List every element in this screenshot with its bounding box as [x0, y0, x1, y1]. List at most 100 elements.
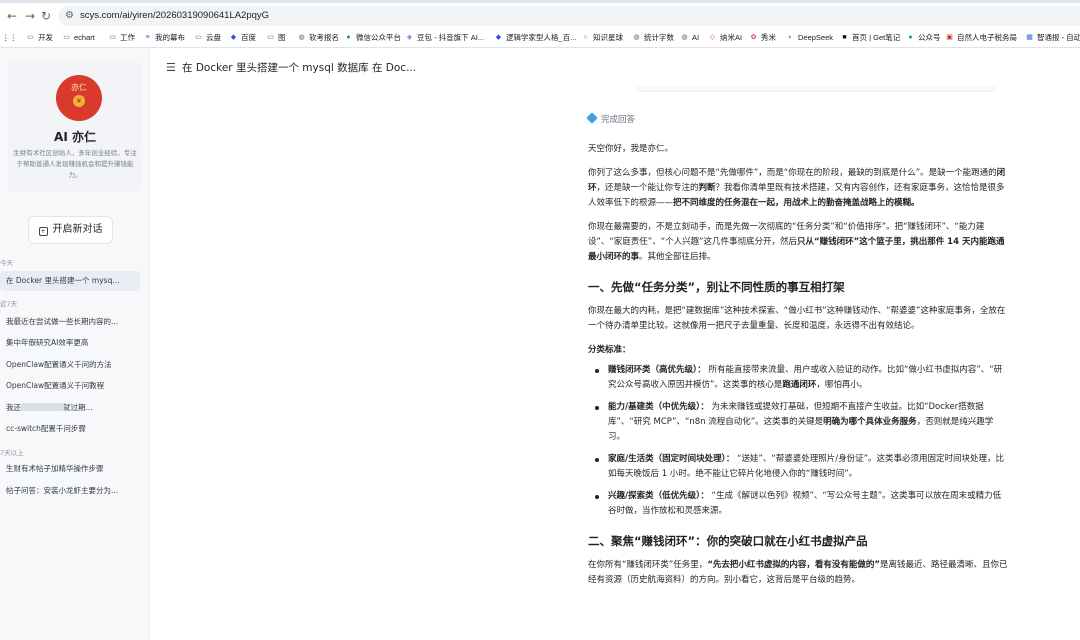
answer-status: 完成回答	[586, 112, 1008, 126]
list-item: 家庭/生活类（固定时间块处理）： “送娃”、“帮婆婆处理照片/身份证”。这类事必…	[588, 452, 1008, 482]
site-info-icon[interactable]: ⚙	[65, 9, 74, 23]
bold-text: “先去把小红书虚拟的内容，看有没有能做的”	[707, 560, 880, 570]
new-chat-button[interactable]: + 开启新对话	[28, 216, 113, 244]
paragraph-3: 你现在最大的内耗，是把“建数据库”这种技术探索、“做小红书”这种赚钱动作、“帮婆…	[588, 306, 1006, 331]
tax-icon: ▣	[946, 34, 953, 41]
back-arrow-icon[interactable]: ←	[4, 8, 20, 24]
deepseek-icon: ◐	[788, 34, 793, 41]
history-item[interactable]: 生财有术帖子加精华操作步骤	[0, 459, 140, 479]
xiumi-icon: ✿	[750, 34, 757, 41]
history-item[interactable]: cc-switch配置千问步骤	[0, 419, 140, 439]
bookmark-item[interactable]: ≡ 我的幕布	[143, 31, 185, 44]
history-item[interactable]: OpenClaw配置通义千问的方法	[0, 355, 140, 375]
chat-header: ☰ 在 Docker 里头搭建一个 mysql 数据库 在 Doc...	[151, 48, 1080, 88]
history-item-active[interactable]: 在 Docker 里头搭建一个 mysq...	[0, 271, 140, 291]
apps-grid-icon[interactable]: ⋮⋮	[2, 31, 17, 44]
bookmarks-bar: ⋮⋮ ▭ 开发 ▭ echart ▭ 工作 ≡ 我的幕布 ▭ 云盘 ◆ 百度 ▭ 图 ◍ 软考报名 ● 微信公众平…	[0, 27, 1080, 48]
group-label-today: 今天	[0, 259, 13, 267]
history-item-blurred[interactable]: 我还 就过期...	[0, 398, 140, 418]
bookmark-item[interactable]: ◈ 豆包 - 抖音旗下 AI...	[405, 31, 484, 44]
bookmark-item[interactable]: ▣ 自然人电子税务局	[945, 31, 1017, 44]
bold-text: 判断	[698, 183, 716, 193]
wechat-icon: ●	[908, 34, 913, 41]
subheading: 分类标准：	[588, 345, 631, 355]
paragraph-1: 你列了这么多事，但核心问题不是“先做哪件”，而是“你现在的阶段，最缺的到底是什么…	[588, 166, 1008, 211]
list-item: 能力/基建类（中优先级）： 为未来赚钱或提效打基础，但短期不直接产生收益。比如“…	[588, 400, 1008, 445]
history-item[interactable]: 帖子问答：安装小龙虾主要分为...	[0, 481, 140, 501]
avatar-text: 亦仁	[71, 83, 87, 92]
status-text: 完成回答	[601, 115, 636, 125]
bookmark-label: 百度	[241, 33, 256, 42]
list-item-head: 赚钱闭环类（高优先级）：	[608, 365, 706, 375]
globe-icon: ◍	[633, 34, 640, 41]
folder-icon: ▭	[109, 34, 116, 41]
bookmark-item[interactable]: ◇ 纳米AI	[708, 31, 742, 44]
bookmark-label: DeepSeek	[798, 33, 834, 42]
bookmark-label: 秀米	[761, 33, 776, 42]
chat-main: ☰ 在 Docker 里头搭建一个 mysql 数据库 在 Doc... 完成回…	[151, 48, 1080, 640]
section-heading-1: 一、先做“任务分类”，别让不同性质的事互相打架	[588, 280, 845, 294]
address-bar-row: ← → ↻ ⚙ scys.com/ai/yiren/20260319090641…	[0, 5, 1080, 27]
forward-arrow-icon[interactable]: →	[22, 8, 38, 24]
wechat-icon: ●	[346, 34, 351, 41]
text-run: 你列了这么多事，但核心问题不是“先做哪件”，而是“你现在的阶段，最缺的到底是什么…	[588, 168, 997, 178]
bookmark-item[interactable]: ◆ 百度	[229, 31, 256, 44]
bookmark-label: 纳米AI	[720, 33, 743, 42]
text-run: 。其他全部往后排。	[639, 252, 716, 262]
bookmark-label: 首页 | Get笔记	[852, 33, 901, 42]
tab-strip-edge	[0, 0, 1080, 3]
address-bar[interactable]: ⚙ scys.com/ai/yiren/20260319090641LA2pqy…	[58, 6, 1080, 26]
bookmark-label: 工作	[120, 33, 135, 42]
paragraph-2: 你现在最需要的，不是立刻动手，而是先做一次彻底的“任务分类”和“价值排序”。把“…	[588, 220, 1008, 265]
list-item: 赚钱闭环类（高优先级）： 所有能直接带来流量、用户或收入验证的动作。比如“做小红…	[588, 363, 1008, 393]
bookmark-item[interactable]: ▭ 工作	[108, 31, 135, 44]
profile-description: 生财有术社区创始人，多年创业经验，专注于帮助普通人发现赚钱机会和提升赚钱能力。	[13, 149, 137, 179]
url-text[interactable]: scys.com/ai/yiren/20260319090641LA2pqyG	[80, 6, 269, 26]
bookmark-item[interactable]: ▦ 智通报 - 自动发	[1025, 31, 1080, 44]
zsxq-icon: ○	[583, 34, 588, 41]
bookmark-item[interactable]: ▭ 云盘	[194, 31, 221, 44]
bookmark-label: 云盘	[206, 33, 221, 42]
bookmark-label: 图	[278, 33, 286, 42]
list-item-head: 能力/基建类（中优先级）：	[608, 402, 709, 412]
bookmark-item[interactable]: ○ 知识星球	[581, 31, 623, 44]
bookmark-item[interactable]: ◍ AI	[680, 31, 699, 44]
list-item-head: 兴趣/探索类（低优先级）：	[608, 491, 709, 501]
bookmark-label: 逻辑学家型人格_百...	[506, 33, 577, 42]
reload-icon[interactable]: ↻	[38, 8, 54, 24]
history-item[interactable]: 我最近在尝试做一些长期内容的...	[0, 312, 140, 332]
history-item[interactable]: 集中年假研究AI效率更高	[0, 333, 140, 353]
getnote-icon: ■	[842, 34, 847, 41]
bookmark-item[interactable]: ■ 首页 | Get笔记	[840, 31, 900, 44]
redacted-text	[21, 403, 63, 411]
globe-icon: ◍	[681, 34, 688, 41]
bookmark-item[interactable]: ◍ 统计字数	[632, 31, 674, 44]
bookmark-item[interactable]: ✿ 秀米	[749, 31, 776, 44]
history-item[interactable]: OpenClaw配置通义千问教程	[0, 376, 140, 396]
bookmark-label: echart	[74, 33, 95, 42]
bookmark-item[interactable]: ◐ DeepSeek	[786, 31, 833, 44]
folder-icon: ▭	[63, 34, 70, 41]
bookmark-item[interactable]: ▭ 开发	[26, 31, 53, 44]
bookmark-item[interactable]: ▭ 图	[266, 31, 286, 44]
bookmark-item[interactable]: ◆ 逻辑学家型人格_百...	[494, 31, 577, 44]
baidu-icon: ◆	[495, 34, 502, 41]
bookmark-item[interactable]: ● 微信公众平台	[344, 31, 401, 44]
new-chat-icon: +	[38, 227, 48, 236]
sidebar: 亦仁 ¥ AI 亦仁 生财有术社区创始人，多年创业经验，专注于帮助普通人发现赚钱…	[0, 48, 150, 640]
bookmark-label: 统计字数	[644, 33, 674, 42]
section-heading-2: 二、聚焦“赚钱闭环”：你的突破口就在小红书虚拟产品	[588, 534, 868, 548]
assistant-answer: 完成回答 天空你好，我是亦仁。 你列了这么多事，但核心问题不是“先做哪件”，而是…	[586, 112, 1008, 597]
mubu-icon: ≡	[145, 34, 150, 41]
collapse-menu-icon[interactable]: ☰	[166, 62, 176, 74]
profile-name: AI 亦仁	[54, 130, 96, 144]
bookmark-item[interactable]: ▭ echart	[62, 31, 95, 44]
bookmark-item[interactable]: ● 公众号	[906, 31, 940, 44]
bookmark-item[interactable]: ◍ 软考报名	[297, 31, 339, 44]
doubao-icon: ◈	[406, 34, 413, 41]
folder-icon: ▭	[27, 34, 34, 41]
coin-icon: ¥	[73, 95, 85, 107]
bookmark-label: 开发	[38, 33, 53, 42]
history-item-suffix: 就过期...	[63, 403, 93, 412]
globe-icon: ◍	[298, 34, 305, 41]
